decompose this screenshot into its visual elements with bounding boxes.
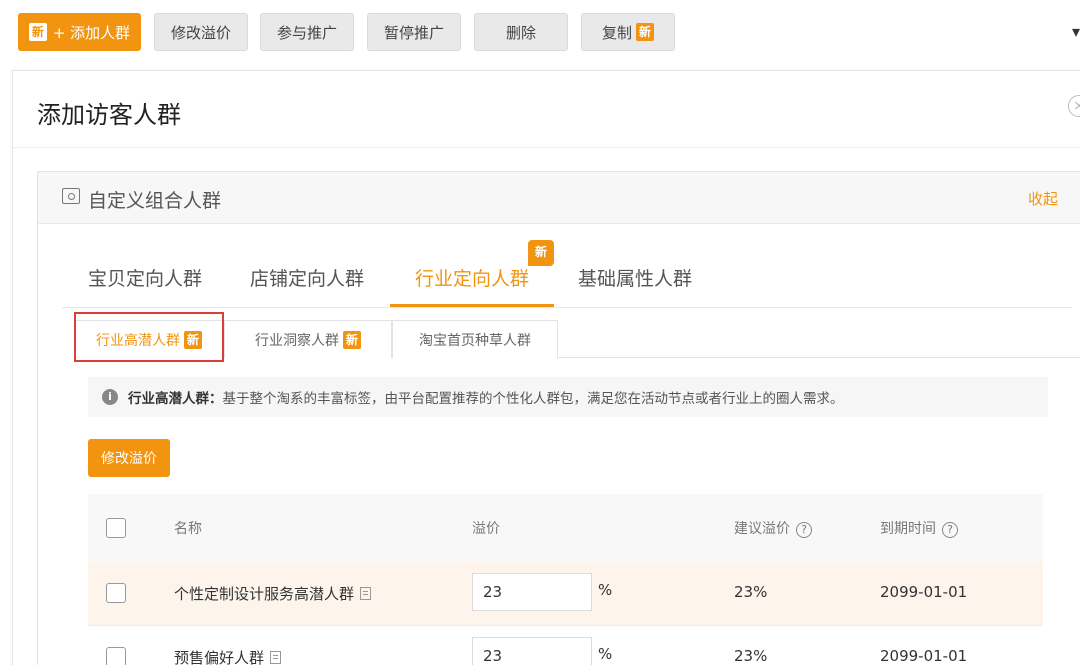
- section-title: 自定义组合人群: [88, 190, 222, 212]
- copy-button[interactable]: 复制 新: [581, 13, 675, 51]
- col-suggested: 建议溢价?: [734, 518, 812, 538]
- tab-item-targeting[interactable]: 宝贝定向人群: [88, 264, 202, 291]
- premium-input[interactable]: [472, 573, 592, 611]
- subtab-taobao-home-seeding[interactable]: 淘宝首页种草人群: [392, 320, 558, 358]
- highlight-annotation: [74, 312, 224, 362]
- table-row: 个性定制设计服务高潜人群 % 23% 2099-01-01: [88, 562, 1043, 626]
- col-premium: 溢价: [472, 521, 500, 537]
- doc-icon[interactable]: [360, 587, 372, 600]
- industry-subtabs: 行业高潜人群 新 行业洞察人群 新 淘宝首页种草人群: [74, 320, 1080, 359]
- section-header: 自定义组合人群 收起: [38, 172, 1080, 224]
- tab-shop-targeting[interactable]: 店铺定向人群: [250, 264, 364, 291]
- toolbar: 新 + 添加人群 修改溢价 参与推广 暂停推广 删除 复制 新 ▾: [0, 0, 1080, 64]
- crowd-table: 名称 溢价 建议溢价? 到期时间? 个性定制设计服务高潜人群 % 23% 209…: [88, 494, 1043, 665]
- add-crowd-button[interactable]: 新 + 添加人群: [18, 13, 141, 51]
- modify-premium-button[interactable]: 修改溢价: [154, 13, 248, 51]
- pause-promo-button[interactable]: 暂停推广: [367, 13, 461, 51]
- tab-industry-targeting[interactable]: 行业定向人群: [415, 264, 529, 291]
- help-icon[interactable]: ?: [942, 522, 958, 538]
- delete-button[interactable]: 删除: [474, 13, 568, 51]
- table-row: 预售偏好人群 % 23% 2099-01-01: [88, 626, 1043, 665]
- suggested-premium: 23%: [734, 647, 768, 665]
- crowd-name: 预售偏好人群: [174, 647, 282, 665]
- join-promo-button[interactable]: 参与推广: [260, 13, 354, 51]
- doc-icon[interactable]: [270, 651, 282, 664]
- col-name: 名称: [174, 521, 202, 537]
- expiry-date: 2099-01-01: [880, 583, 968, 601]
- subtab-label: 行业洞察人群: [254, 332, 339, 349]
- copy-label: 复制: [601, 23, 632, 42]
- crowd-name: 个性定制设计服务高潜人群: [174, 583, 372, 604]
- percent-unit: %: [598, 645, 613, 663]
- divider: [13, 147, 1080, 148]
- filter-icon[interactable]: ▾: [1072, 22, 1080, 41]
- info-text: 基于整个淘系的丰富标签，由平台配置推荐的个性化人群包，满足您在活动节点或者行业上…: [222, 391, 844, 407]
- premium-input[interactable]: [472, 637, 592, 665]
- active-tab-underline: [390, 304, 554, 307]
- new-badge: 新: [28, 23, 47, 41]
- col-expiry: 到期时间?: [880, 518, 958, 538]
- suggested-premium: 23%: [734, 583, 768, 601]
- new-badge: 新: [342, 330, 361, 349]
- combo-icon: [62, 188, 80, 204]
- subtab-industry-insight[interactable]: 行业洞察人群 新: [224, 320, 392, 358]
- help-icon[interactable]: ?: [796, 522, 812, 538]
- info-label: 行业高潜人群：: [128, 391, 223, 407]
- expiry-date: 2099-01-01: [880, 647, 968, 665]
- percent-unit: %: [598, 581, 613, 599]
- tab-basic-attributes[interactable]: 基础属性人群: [578, 264, 692, 291]
- add-crowd-label: + 添加人群: [52, 23, 131, 42]
- panel-title: 添加访客人群: [37, 101, 181, 129]
- info-bar: i 行业高潜人群： 基于整个淘系的丰富标签，由平台配置推荐的个性化人群包，满足您…: [88, 377, 1048, 417]
- crowd-type-tabs: 宝贝定向人群 店铺定向人群 行业定向人群 基础属性人群 新: [62, 240, 1072, 308]
- custom-combo-section: 自定义组合人群 收起 宝贝定向人群 店铺定向人群 行业定向人群 基础属性人群 新…: [37, 171, 1080, 665]
- new-badge: 新: [636, 23, 655, 41]
- row-checkbox[interactable]: [106, 647, 126, 665]
- table-header: 名称 溢价 建议溢价? 到期时间?: [88, 494, 1043, 562]
- row-checkbox[interactable]: [106, 583, 126, 603]
- new-badge: 新: [528, 240, 554, 266]
- modify-premium-button[interactable]: 修改溢价: [88, 439, 170, 477]
- select-all-checkbox[interactable]: [106, 518, 126, 538]
- collapse-link[interactable]: 收起: [1028, 188, 1058, 209]
- add-visitor-crowd-panel: 添加访客人群 × 自定义组合人群 收起 宝贝定向人群 店铺定向人群 行业定向人群…: [12, 70, 1080, 665]
- info-icon: i: [102, 389, 118, 405]
- close-icon[interactable]: ×: [1068, 95, 1080, 117]
